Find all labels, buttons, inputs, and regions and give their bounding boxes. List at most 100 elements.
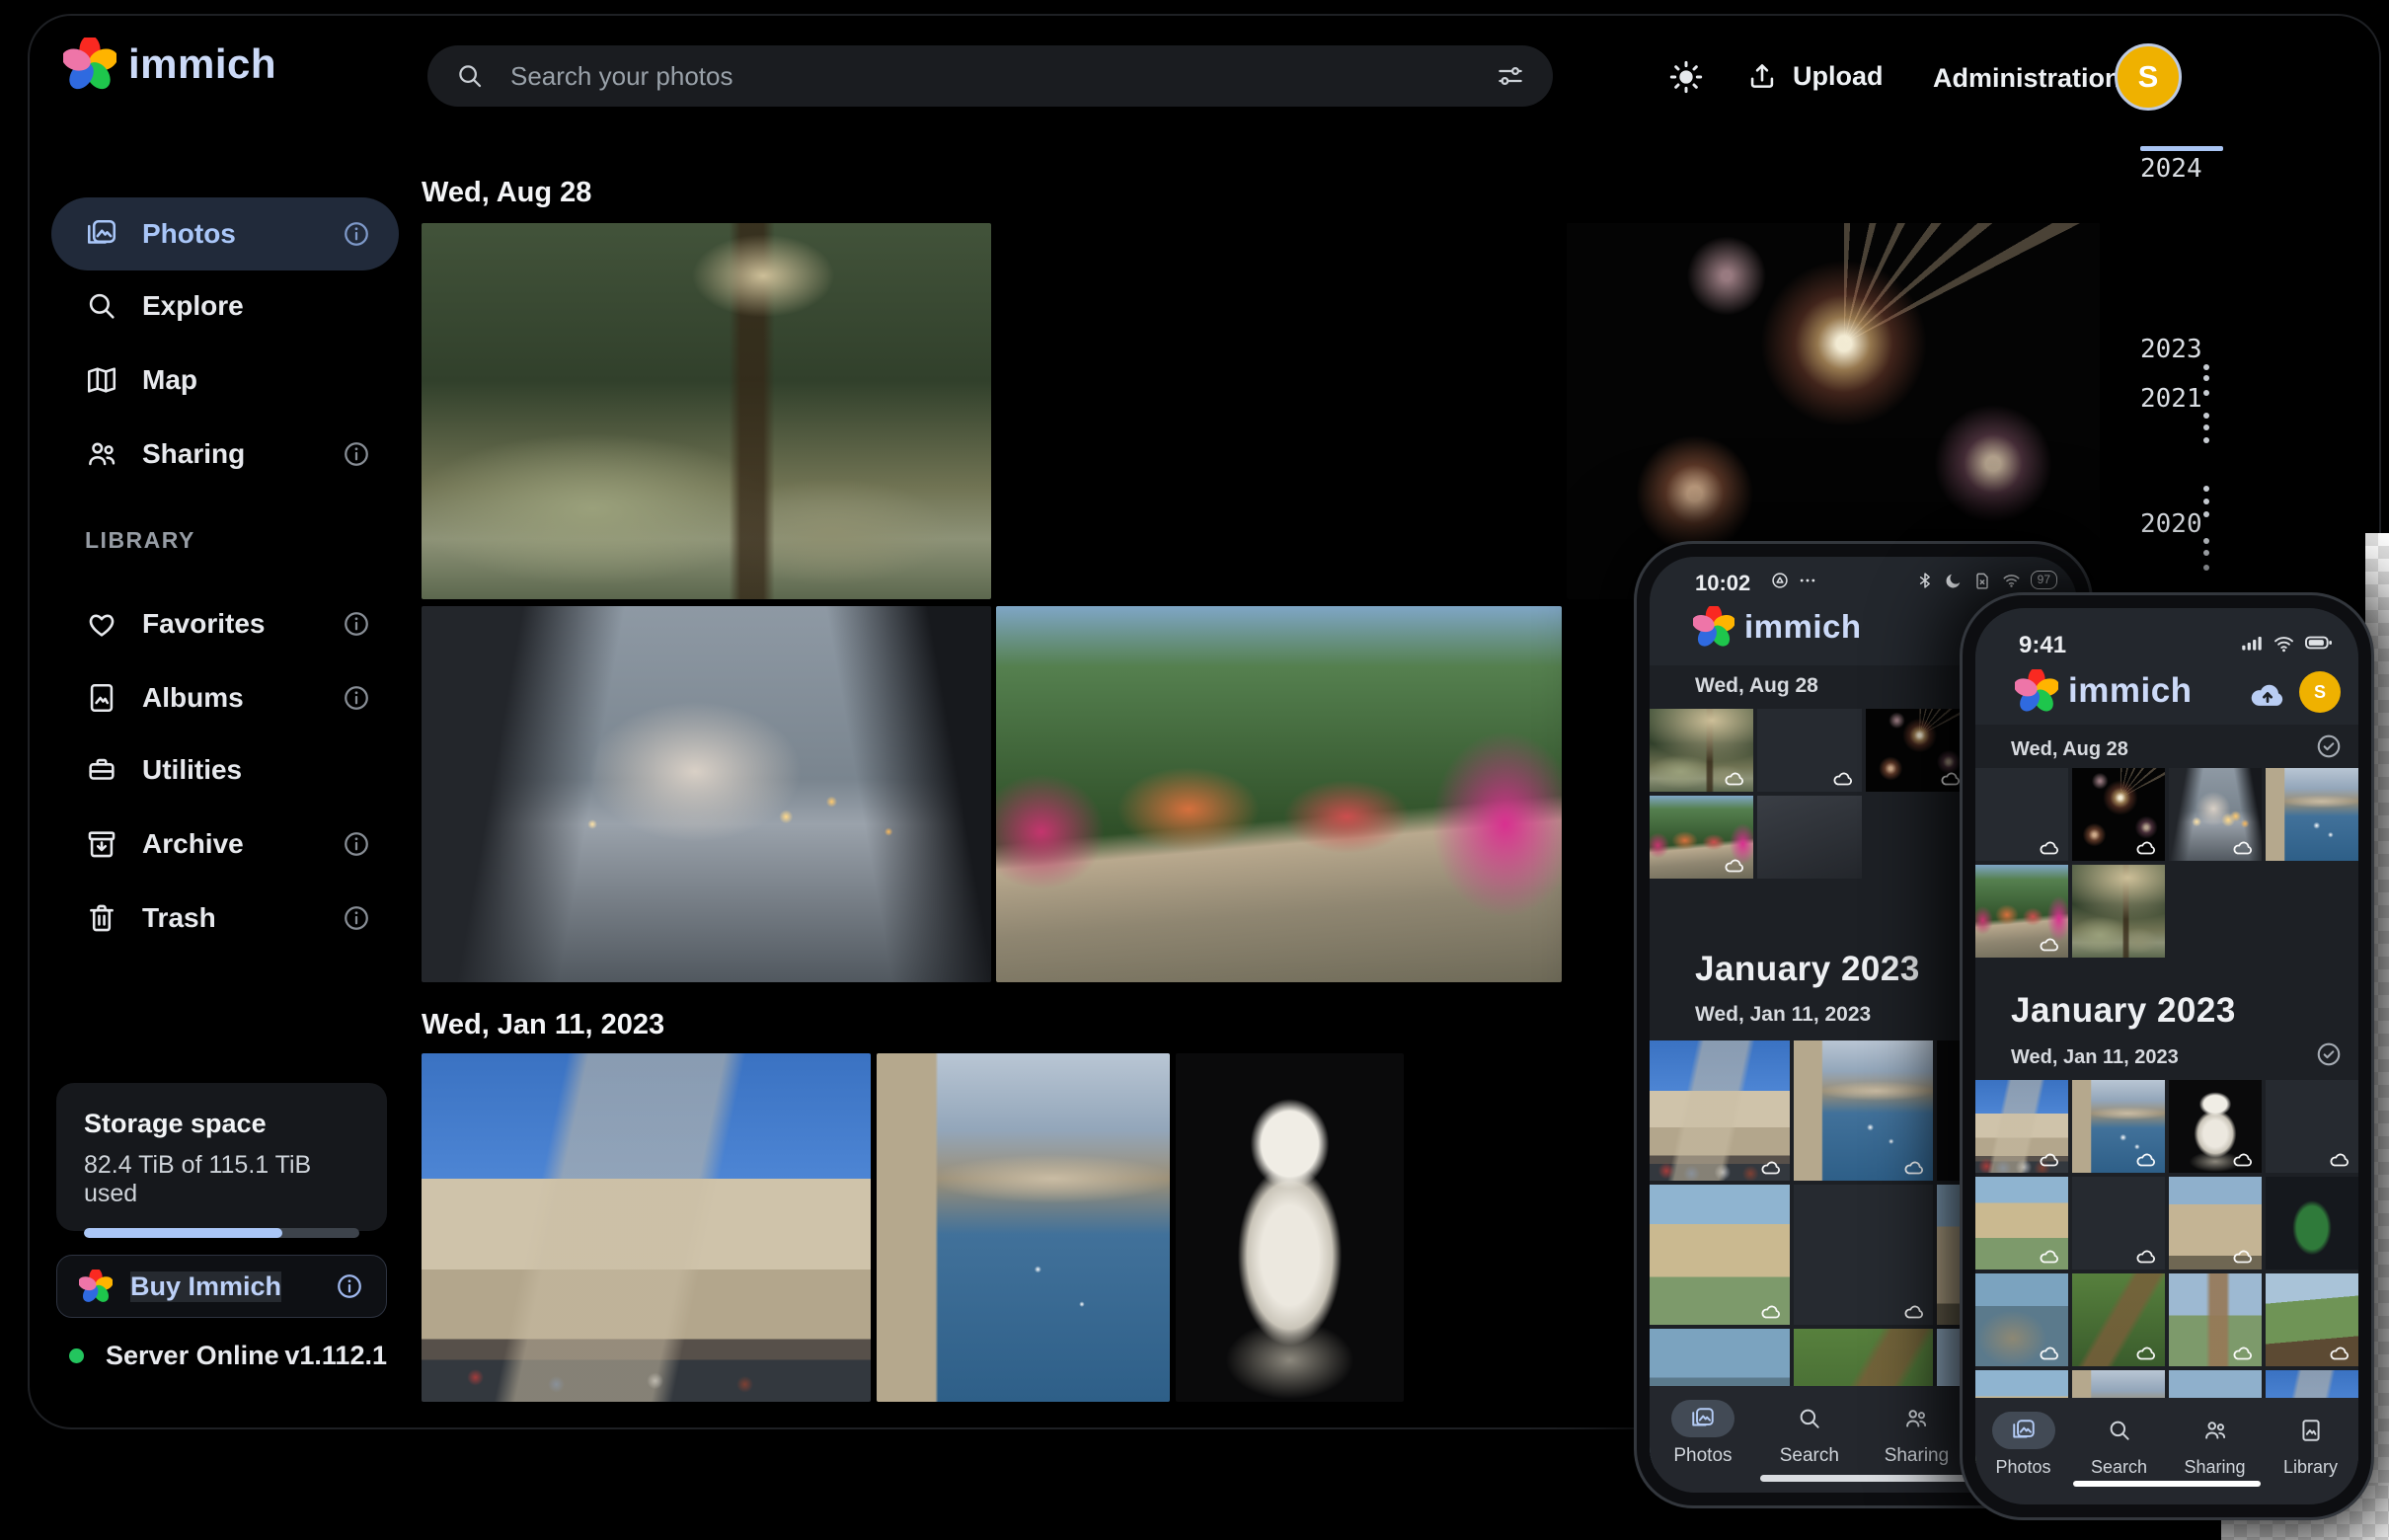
photo-thumbnail[interactable] [1794,1040,1934,1181]
administration-link[interactable]: Administration [1933,63,2121,94]
wifi-icon [2272,631,2296,655]
scrubber-year[interactable]: 2024 [2140,154,2202,184]
app-logo[interactable]: immich [63,38,276,91]
ios-status-time: 9:41 [2019,632,2066,659]
photo-thumbnail[interactable] [2169,1273,2262,1366]
photo-park-path[interactable] [996,606,1562,982]
trash-icon [85,901,118,935]
photo-holding-hands[interactable] [422,606,991,982]
photo-green-berries[interactable] [1410,1053,1649,1402]
photo-thumbnail[interactable] [2072,1273,2165,1366]
photo-thumbnail[interactable] [2266,1177,2358,1270]
sidebar-item-explore[interactable]: Explore [51,270,399,343]
nav-label: Sharing [2184,1457,2245,1478]
search-icon [1797,1406,1822,1431]
info-icon[interactable] [335,1271,364,1301]
photo-thumbnail[interactable] [1975,768,2068,861]
nav-label: Sharing [1885,1445,1950,1467]
immich-flower-icon [2015,669,2058,713]
upload-label: Upload [1793,61,1884,92]
search-filters-icon[interactable] [1496,61,1525,91]
sidebar-item-map[interactable]: Map [51,344,399,417]
photo-zoo[interactable] [422,223,991,599]
user-avatar[interactable]: S [2299,671,2341,713]
info-icon[interactable] [342,439,371,469]
storage-card: Storage space 82.4 TiB of 115.1 TiB used [56,1083,387,1231]
photo-marble-bust[interactable] [1176,1053,1404,1402]
sidebar-item-trash[interactable]: Trash [51,882,399,955]
nav-item-photos[interactable]: Photos [1671,1386,1734,1467]
photo-thumbnail[interactable] [1794,1185,1934,1325]
scrubber-year[interactable]: 2021 [2140,384,2202,414]
photo-thumbnail[interactable] [2266,768,2358,861]
photo-thumbnail[interactable] [1650,1185,1790,1325]
select-all-check-icon[interactable] [2315,1040,2343,1068]
date-group-label: Wed, Jan 11, 2023 [1695,1003,1871,1027]
cloud-sync-icon[interactable] [2248,675,2287,715]
photo-coastal-town[interactable] [877,1053,1170,1402]
sidebar-item-photos[interactable]: Photos [51,197,399,270]
upload-button[interactable]: Upload [1745,59,1884,93]
sidebar-item-utilities[interactable]: Utilities [51,733,399,807]
photo-thumbnail[interactable] [1975,1080,2068,1173]
info-icon[interactable] [342,903,371,933]
info-icon[interactable] [342,683,371,713]
photo-thumbnail[interactable] [1975,1273,2068,1366]
ios-app-logo: immich [2015,669,2193,713]
nav-label: Search [2091,1457,2147,1478]
photo-thumbnail[interactable] [2072,1080,2165,1173]
buy-immich-button[interactable]: Buy Immich [56,1255,387,1318]
scrubber-position-indicator[interactable] [2140,146,2223,151]
photo-thumbnail[interactable] [2169,1080,2262,1173]
photo-thumbnail[interactable] [1650,1040,1790,1181]
scrubber-year[interactable]: 2020 [2140,509,2202,539]
photo-thumbnail[interactable] [1975,865,2068,958]
home-indicator[interactable] [2073,1481,2261,1487]
nav-label: Search [1780,1445,1839,1467]
photo-thumbnail[interactable] [2169,1177,2262,1270]
user-avatar[interactable]: S [2115,43,2182,111]
home-indicator[interactable] [1760,1475,1967,1482]
photo-thumbnail[interactable] [1975,1177,2068,1270]
nav-item-photos[interactable]: Photos [1992,1398,2055,1478]
select-all-check-icon[interactable] [2315,732,2343,760]
sidebar-item-favorites[interactable]: Favorites [51,587,399,660]
sidebar-item-label: Sharing [142,438,245,470]
nav-item-search[interactable]: Search [2088,1398,2151,1478]
nav-item-library[interactable]: Library [2279,1398,2343,1478]
photo-thumbnail[interactable] [1866,709,1969,792]
photo-thumbnail[interactable] [2169,768,2262,861]
theme-toggle-button[interactable] [1666,57,1706,97]
photo-thumbnail[interactable] [2072,865,2165,958]
nav-item-search[interactable]: Search [1778,1386,1841,1467]
photo-fortress[interactable] [422,1053,871,1402]
info-icon[interactable] [342,219,371,249]
photo-thumbnail[interactable] [1757,796,1861,879]
photo-thumbnail[interactable] [1650,709,1753,792]
sidebar-item-archive[interactable]: Archive [51,808,399,881]
photo-dinner-table[interactable] [996,223,1562,599]
info-icon[interactable] [342,609,371,639]
archive-icon [85,827,118,861]
photo-thumbnail[interactable] [2072,1177,2165,1270]
search-icon [455,61,485,91]
photo-thumbnail[interactable] [2266,1080,2358,1173]
ios-status-icons [2239,630,2335,655]
sidebar-item-albums[interactable]: Albums [51,661,399,734]
scrubber-year[interactable]: 2023 [2140,335,2202,364]
sidebar-item-sharing[interactable]: Sharing [51,418,399,491]
sun-icon [1666,57,1706,97]
photo-thumbnail[interactable] [1757,709,1861,792]
photo-thumbnail[interactable] [2072,768,2165,861]
nav-label: Photos [1995,1457,2050,1478]
photo-thumbnail[interactable] [1650,796,1753,879]
search-input[interactable]: Search your photos [427,45,1553,107]
library-section-label: LIBRARY [85,527,195,554]
nav-item-sharing[interactable]: Sharing [1885,1386,1950,1467]
photo-thumbnail[interactable] [2266,1273,2358,1366]
date-group-label: Wed, Jan 11, 2023 [2011,1046,2179,1069]
avatar-initial: S [2138,59,2159,95]
android-status-right-icons: 97 [1915,570,2057,590]
nav-item-sharing[interactable]: Sharing [2184,1398,2247,1478]
info-icon[interactable] [342,829,371,859]
